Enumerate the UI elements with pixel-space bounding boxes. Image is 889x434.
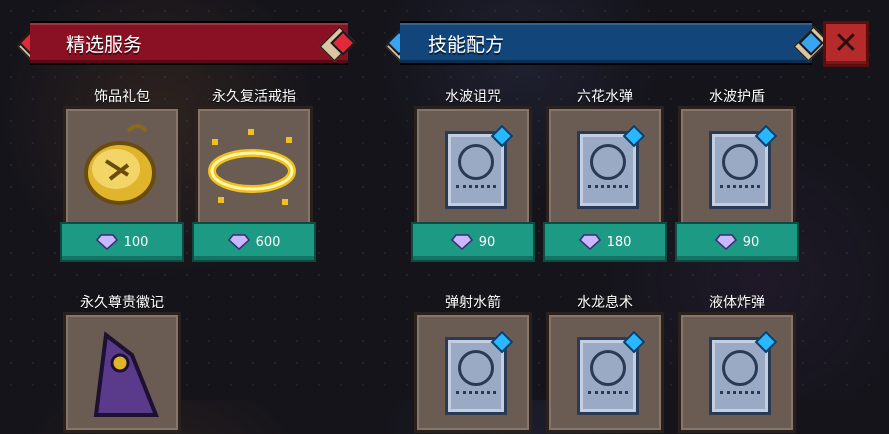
item-price: 90 xyxy=(742,234,760,250)
featured-services-tab[interactable]: 精选服务 xyxy=(30,21,348,65)
item-card xyxy=(63,106,181,227)
skill-scroll-icon xyxy=(709,330,778,415)
item-card xyxy=(546,106,664,227)
item-card xyxy=(414,312,532,433)
skill-scroll-icon xyxy=(577,124,646,209)
diamond-icon xyxy=(450,234,473,250)
featured-services-title: 精选服务 xyxy=(66,33,143,56)
skill-recipes-title: 技能配方 xyxy=(428,33,505,56)
skill-scroll-icon xyxy=(445,124,514,209)
item-name: 永久复活戒指 xyxy=(212,89,296,105)
item-name: 弹射水箭 xyxy=(445,295,501,311)
price-button[interactable]: 600 xyxy=(192,222,316,262)
item-card xyxy=(546,312,664,433)
item-price: 600 xyxy=(255,234,281,250)
item-name: 永久尊贵徽记 xyxy=(80,295,164,311)
item-card xyxy=(678,312,796,433)
price-button[interactable]: 100 xyxy=(60,222,184,262)
item-name: 饰品礼包 xyxy=(94,89,150,105)
skill-scroll-icon xyxy=(709,124,778,209)
item-price: 180 xyxy=(606,234,632,250)
item-name: 水波护盾 xyxy=(709,89,765,105)
skill-recipes-tab[interactable]: 技能配方 xyxy=(400,21,812,65)
item-name: 水龙息术 xyxy=(577,295,633,311)
price-button[interactable]: 180 xyxy=(543,222,667,262)
golden-pocket-watch-icon xyxy=(84,124,156,205)
item-price: 100 xyxy=(123,234,149,250)
close-icon: ✕ xyxy=(833,26,859,61)
price-button[interactable]: 90 xyxy=(411,222,535,262)
skill-scroll-icon xyxy=(577,330,646,415)
item-name: 水波诅咒 xyxy=(445,89,501,105)
price-button[interactable]: 90 xyxy=(675,222,799,262)
golden-halo-ring-icon xyxy=(208,129,296,205)
diamond-icon xyxy=(227,234,250,250)
item-card xyxy=(63,312,181,433)
item-price: 90 xyxy=(478,234,496,250)
item-card xyxy=(195,106,313,227)
diamond-icon xyxy=(578,234,601,250)
close-button[interactable]: ✕ xyxy=(823,21,869,67)
diamond-icon xyxy=(714,234,737,250)
skill-scroll-icon xyxy=(445,330,514,415)
item-card xyxy=(414,106,532,227)
item-name: 液体炸弹 xyxy=(709,295,765,311)
diamond-icon xyxy=(95,234,118,250)
purple-wizard-hat-icon xyxy=(93,331,159,417)
item-card xyxy=(678,106,796,227)
item-name: 六花水弹 xyxy=(577,89,633,105)
